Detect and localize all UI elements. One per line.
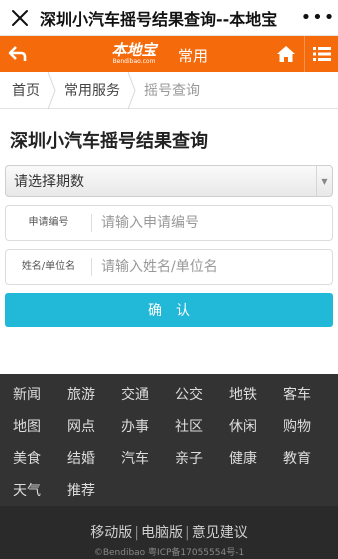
- nav-row: 新闻 旅游 交通 公交 地铁 客车: [0, 378, 338, 410]
- page-title: 深圳小汽车摇号结果查询: [10, 131, 208, 152]
- nav-item-parenting[interactable]: 亲子: [162, 448, 216, 468]
- application-number-input[interactable]: [92, 208, 332, 238]
- breadcrumb-current: 摇号查询: [130, 72, 210, 109]
- nav-item-leisure[interactable]: 休闲: [216, 416, 270, 436]
- nav-item-community[interactable]: 社区: [162, 416, 216, 436]
- footer-category-nav: 新闻 旅游 交通 公交 地铁 客车 地图 网点 办事 社区 休闲 购物 美食 结…: [0, 374, 338, 506]
- nav-item-weather[interactable]: 天气: [0, 480, 54, 500]
- application-number-label: 申请编号: [6, 214, 92, 232]
- home-icon[interactable]: [268, 36, 304, 72]
- nav-item-coach[interactable]: 客车: [270, 384, 324, 404]
- nav-item-news[interactable]: 新闻: [0, 384, 54, 404]
- name-label: 姓名/单位名: [6, 258, 92, 276]
- back-arrow-icon[interactable]: [0, 36, 36, 72]
- nav-item-car[interactable]: 汽车: [108, 448, 162, 468]
- application-number-field: 申请编号: [5, 205, 333, 241]
- breadcrumb: 首页 常用服务 摇号查询: [0, 71, 338, 109]
- nav-item-travel[interactable]: 旅游: [54, 384, 108, 404]
- site-logo[interactable]: 本地宝 Bendibao.com: [100, 39, 168, 69]
- nav-item-health[interactable]: 健康: [216, 448, 270, 468]
- close-icon[interactable]: [0, 0, 40, 36]
- footer-links: 移动版 | 电脑版 | 意见建议: [0, 522, 338, 541]
- nav-item-bus[interactable]: 公交: [162, 384, 216, 404]
- nav-row: 天气 推荐: [0, 474, 338, 506]
- footer-bottom: 移动版 | 电脑版 | 意见建议 ©Bendibao 粤ICP备17055554号-1: [0, 506, 338, 559]
- nav-item-traffic[interactable]: 交通: [108, 384, 162, 404]
- breadcrumb-home-label: 首页: [12, 83, 40, 99]
- lottery-query-form: 请选择期数 ▼ 申请编号 姓名/单位名 确认: [0, 165, 338, 327]
- menu-list-icon[interactable]: [304, 36, 338, 72]
- period-select[interactable]: 请选择期数 ▼: [5, 165, 333, 197]
- footer-divider: |: [185, 525, 190, 541]
- nav-item-recommend[interactable]: 推荐: [54, 480, 108, 500]
- nav-row: 美食 结婚 汽车 亲子 健康 教育: [0, 442, 338, 474]
- channel-label: 常用: [178, 47, 209, 65]
- copyright-text: ©Bendibao 粤ICP备17055554号-1: [93, 548, 245, 558]
- title-bar: 深圳小汽车摇号结果查询--本地宝 •••: [0, 0, 338, 36]
- period-select-value: 请选择期数: [14, 174, 84, 190]
- nav-item-shopping[interactable]: 购物: [270, 416, 324, 436]
- name-input[interactable]: [92, 252, 332, 282]
- logo-text: 本地宝: [111, 41, 157, 59]
- breadcrumb-services[interactable]: 常用服务: [50, 71, 136, 109]
- feedback-link[interactable]: 意见建议: [190, 525, 250, 541]
- name-field: 姓名/单位名: [5, 249, 333, 285]
- nav-item-outlets[interactable]: 网点: [54, 416, 108, 436]
- nav-item-metro[interactable]: 地铁: [216, 384, 270, 404]
- pc-version-link[interactable]: 电脑版: [139, 525, 185, 541]
- chevron-down-icon: ▼: [316, 166, 332, 196]
- nav-item-affairs[interactable]: 办事: [108, 416, 162, 436]
- nav-item-map[interactable]: 地图: [0, 416, 54, 436]
- breadcrumb-home[interactable]: 首页: [0, 71, 56, 109]
- window-title: 深圳小汽车摇号结果查询--本地宝: [40, 9, 278, 29]
- confirm-button[interactable]: 确认: [5, 293, 333, 327]
- site-header: 本地宝 Bendibao.com 常用: [0, 36, 338, 72]
- logo-domain: Bendibao.com: [112, 58, 156, 65]
- nav-row: 地图 网点 办事 社区 休闲 购物: [0, 410, 338, 442]
- breadcrumb-services-label: 常用服务: [64, 83, 120, 99]
- mobile-version-link[interactable]: 移动版: [88, 525, 134, 541]
- nav-item-food[interactable]: 美食: [0, 448, 54, 468]
- more-options-icon[interactable]: •••: [298, 0, 338, 36]
- breadcrumb-current-label: 摇号查询: [144, 83, 200, 99]
- nav-item-education[interactable]: 教育: [270, 448, 324, 468]
- nav-item-wedding[interactable]: 结婚: [54, 448, 108, 468]
